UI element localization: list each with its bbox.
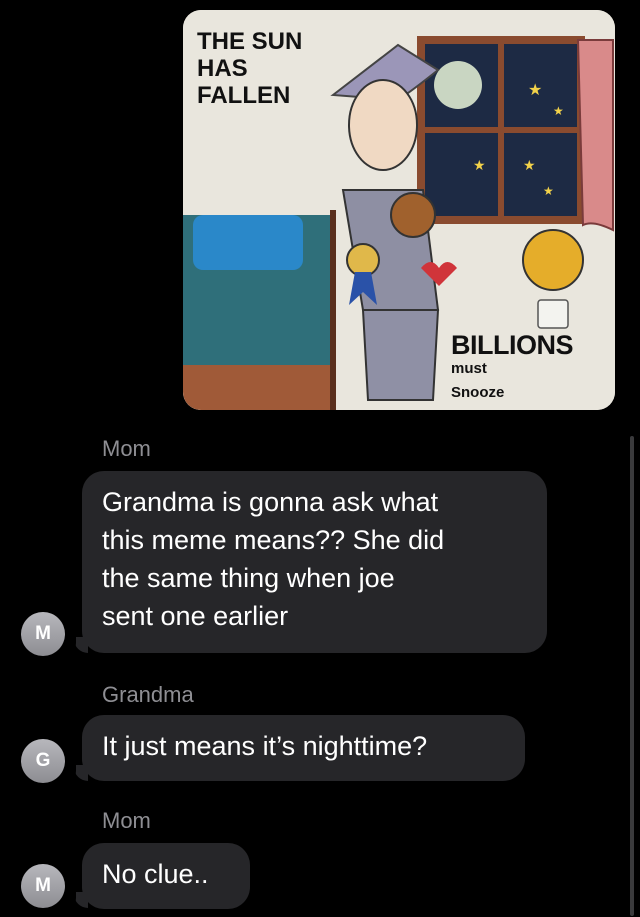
meme-must-text: must (451, 360, 487, 377)
bubble-tail (74, 637, 88, 653)
avatar-mom[interactable]: M (21, 864, 65, 908)
sender-name: Grandma (102, 682, 194, 707)
avatar-grandma[interactable]: G (21, 739, 65, 783)
bubble-tail (74, 892, 88, 908)
message-text-line: the same thing when joe (102, 563, 395, 593)
sender-name: Mom (102, 808, 151, 833)
avatar-mom[interactable]: M (21, 612, 65, 656)
meme-snooze-text: Snooze (451, 384, 505, 401)
svg-text:★: ★ (543, 184, 554, 198)
message-text-line: No clue.. (102, 859, 209, 889)
svg-text:★: ★ (473, 157, 486, 173)
svg-text:★: ★ (523, 157, 536, 173)
svg-text:★: ★ (528, 82, 542, 99)
svg-text:★: ★ (553, 104, 564, 118)
meme-title-line: HAS (197, 55, 248, 82)
message-bubble[interactable]: It just means it’s nighttime? (82, 715, 525, 781)
message-bubble[interactable]: No clue.. (82, 843, 250, 909)
meme-title: THE SUN HAS FALLEN (197, 28, 357, 109)
bubble-tail-mask (62, 892, 76, 910)
meme-title-line: THE SUN (197, 28, 303, 55)
bubble-tail (74, 765, 88, 781)
message-text-line: this meme means?? She did (102, 525, 445, 555)
message-bubble[interactable]: Grandma is gonna ask what this meme mean… (82, 471, 547, 653)
meme-title-line: FALLEN (197, 82, 291, 109)
message-text-line: sent one earlier (102, 601, 289, 631)
meme-billions-text: BILLIONS (451, 330, 574, 360)
bubble-tail-mask (62, 765, 76, 783)
meme-image-message[interactable]: ★ ★ ★ ★ ★ THE SUN HAS FALLEN BILLIONS mu… (183, 10, 615, 410)
message-text-line: Grandma is gonna ask what (102, 487, 439, 517)
sender-name: Mom (102, 436, 151, 461)
message-text-line: It just means it’s nighttime? (102, 731, 428, 761)
scrollbar[interactable] (630, 436, 634, 916)
